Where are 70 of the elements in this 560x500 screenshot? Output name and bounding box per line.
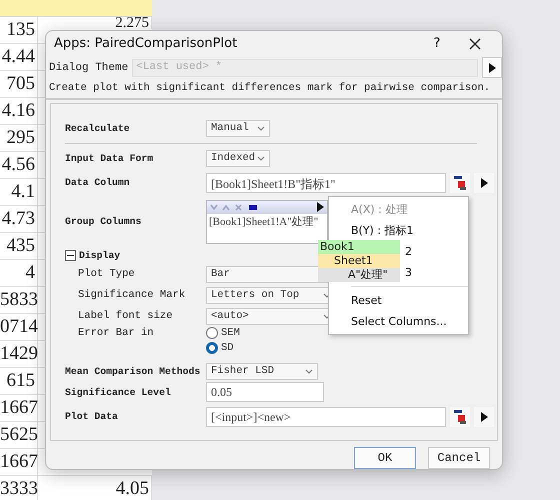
arrow-button[interactable]	[482, 57, 502, 78]
field-label: Error Bar in	[78, 326, 155, 339]
table-cell: 4.44	[0, 44, 38, 70]
arrow-button[interactable]	[474, 406, 494, 427]
menu-item[interactable]: 2	[405, 241, 468, 262]
chevron-down-icon	[257, 156, 265, 161]
chevron-down-icon	[305, 368, 313, 374]
submenu-item[interactable]: A"处理"	[318, 268, 400, 282]
radio-button[interactable]: SD	[206, 342, 497, 354]
ok-button[interactable]: OK	[354, 447, 416, 469]
field-label: Label font size	[78, 310, 174, 322]
menu-item[interactable]: 3	[405, 262, 468, 283]
description-text: Create plot with significant differences mark for pairwise comparison.	[46, 78, 502, 100]
column-picker-icon	[453, 408, 467, 425]
column-picker-button[interactable]	[450, 406, 470, 427]
input-field[interactable]: 0.05	[206, 382, 324, 402]
table-cell: 4.05	[38, 476, 152, 500]
menu-item[interactable]: Reset	[351, 290, 468, 311]
column-picker-button[interactable]	[450, 172, 470, 193]
theme-label: Dialog Theme	[49, 62, 128, 74]
triangle-right-icon	[480, 178, 488, 188]
collapse-toggle[interactable]	[65, 250, 76, 261]
field-label: Recalculate	[65, 122, 131, 134]
table-cell: 2.275	[38, 17, 152, 29]
triangle-right-icon	[488, 62, 496, 73]
table-cell: 615	[0, 368, 38, 394]
field-label: Significance Level	[65, 386, 172, 398]
field-label: Group Columns	[65, 216, 142, 228]
help-button[interactable]: ?	[422, 36, 452, 52]
input-field[interactable]: [<input>]<new>	[206, 406, 446, 427]
table-cell: 4.56	[0, 152, 38, 178]
cancel-button[interactable]: Cancel	[428, 447, 490, 469]
input-field[interactable]: [Book1]Sheet1!B"指标1"	[206, 172, 446, 193]
field-label: Mean Comparison Methods	[65, 366, 202, 377]
table-cell: 435	[0, 233, 38, 259]
field-label: Significance Mark	[78, 289, 186, 302]
column-picker-icon	[453, 174, 467, 191]
menu-item[interactable]: B(Y) : 指标1	[351, 220, 468, 241]
table-cell: 1429	[0, 341, 38, 367]
table-cell: 135	[0, 17, 38, 43]
arrow-button[interactable]	[474, 172, 494, 193]
dropdown[interactable]: Manual	[206, 120, 270, 137]
group-column-value: [Book1]Sheet1!A"处理"	[208, 214, 320, 229]
field-label: Input Data Form	[65, 152, 154, 164]
table-cell: 4.73	[0, 206, 38, 232]
triangle-right-icon	[480, 412, 488, 422]
field-label: Plot Type	[78, 268, 136, 280]
table-cell: 1667	[0, 449, 38, 475]
submenu-item[interactable]: Sheet1	[318, 254, 400, 268]
table-cell: 4	[0, 260, 38, 286]
chevron-down-icon	[257, 126, 265, 131]
dropdown[interactable]: Indexed	[206, 150, 270, 167]
table-cell: 4.1	[0, 179, 38, 205]
dropdown[interactable]: Fisher LSD	[206, 362, 318, 380]
table-cell: 5625	[0, 422, 38, 448]
table-cell: 295	[0, 125, 38, 151]
section-title: Display	[79, 250, 120, 261]
table-cell: 0714	[0, 314, 38, 340]
close-icon	[469, 38, 481, 50]
table-cell: 4.16	[0, 98, 38, 124]
submenu-item[interactable]: Book1	[318, 240, 400, 254]
triangle-right-icon	[317, 202, 324, 212]
table-cell: 5833	[0, 287, 38, 313]
field-label: Data Column	[65, 177, 131, 188]
field-label: Plot Data	[65, 411, 119, 422]
table-cell: 3333	[0, 476, 38, 500]
window-title: Apps: PairedComparisonPlot	[54, 36, 238, 52]
menu-item[interactable]: Select Columns...	[351, 311, 468, 332]
table-cell: 705	[0, 71, 38, 97]
table-cell: 1667	[0, 395, 38, 421]
